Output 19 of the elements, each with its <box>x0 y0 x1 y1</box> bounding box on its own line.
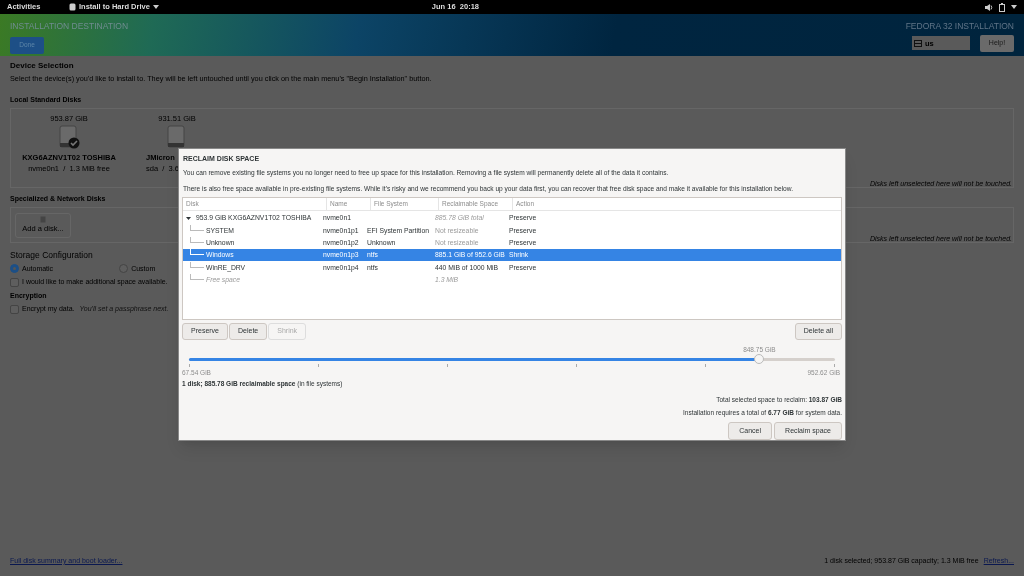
section-heading: Device Selection <box>10 60 74 72</box>
battery-icon[interactable] <box>999 2 1005 12</box>
tree-branch-line <box>190 249 204 256</box>
product-title: FEDORA 32 INSTALLATION <box>905 20 1014 33</box>
tree-branch-line <box>190 237 204 243</box>
caret-icon[interactable] <box>1011 5 1017 9</box>
tree-branch-line <box>190 224 204 231</box>
slider-thumb[interactable] <box>754 354 765 365</box>
section-heading: Storage Configuration <box>10 248 93 262</box>
caret-icon <box>152 5 159 9</box>
radio-button[interactable] <box>10 264 19 274</box>
checkbox[interactable] <box>10 277 19 287</box>
page-title: INSTALLATION DESTINATION <box>10 20 129 33</box>
speaker-icon[interactable] <box>985 3 993 11</box>
tree-branch-line <box>190 273 204 280</box>
tree-branch-line <box>190 261 204 268</box>
keyboard-icon <box>914 39 922 47</box>
expander-icon[interactable] <box>186 215 191 221</box>
checkbox[interactable] <box>10 304 19 314</box>
